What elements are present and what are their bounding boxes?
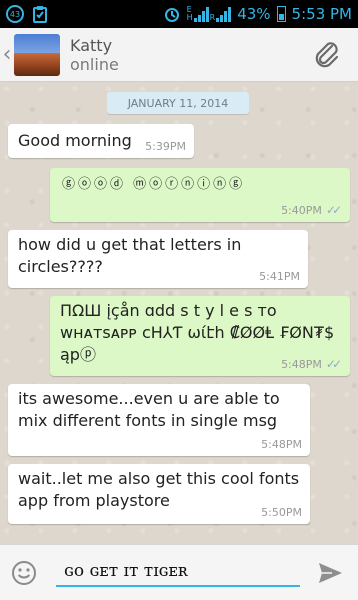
message-time: 5:41PM: [259, 270, 300, 283]
message-input[interactable]: [56, 557, 300, 587]
message-time: 5:48PM: [261, 438, 302, 451]
message-bubble[interactable]: wait..let me also get this cool fonts ap…: [8, 464, 310, 524]
attach-button[interactable]: [308, 36, 346, 74]
avatar[interactable]: [14, 33, 60, 76]
signal-icon-2: [216, 6, 232, 22]
status-bar: 43 E H R 43% 5:53 PM: [0, 0, 358, 28]
message-time: 5:40PM ✓✓: [281, 203, 342, 217]
back-icon[interactable]: ‹: [0, 42, 14, 67]
message-text: its awesome...even u are able to mix dif…: [18, 389, 280, 430]
emoji-icon[interactable]: [10, 559, 38, 587]
send-icon[interactable]: [316, 559, 344, 587]
message-time-text: 5:48PM: [281, 357, 322, 371]
message-bubble[interactable]: Good morning 5:39PM: [8, 124, 194, 158]
message-text: ⓖⓞⓞⓓ ⓜⓞⓡⓝⓘⓝⓖ: [62, 177, 246, 192]
message-time-text: 5:48PM: [261, 438, 302, 451]
message-time-text: 5:39PM: [145, 140, 186, 153]
message-time: 5:50PM: [261, 506, 302, 519]
clock: 5:53 PM: [291, 5, 352, 23]
message-time-text: 5:50PM: [261, 506, 302, 519]
message-text: Good morning: [18, 131, 132, 150]
notification-count: 43: [9, 9, 21, 19]
message-time: 5:39PM: [145, 140, 186, 153]
message-text: how did u get that letters in circles???…: [18, 235, 242, 276]
battery-percent: 43%: [237, 5, 271, 23]
battery-icon: [276, 6, 286, 22]
notification-badge-icon: 43: [6, 5, 24, 23]
message-bubble[interactable]: ⓖⓞⓞⓓ ⓜⓞⓡⓝⓘⓝⓖ 5:40PM ✓✓: [50, 168, 350, 222]
contact-info[interactable]: Katty online: [70, 36, 119, 74]
message-composer: [0, 544, 358, 600]
chat-area[interactable]: JANUARY 11, 2014 Good morning 5:39PM ⓖⓞⓞ…: [0, 82, 358, 544]
double-tick-icon: ✓✓: [325, 203, 342, 217]
clipboard-check-icon: [33, 6, 47, 23]
message-time-text: 5:41PM: [259, 270, 300, 283]
contact-presence: online: [70, 54, 119, 74]
double-tick-icon: ✓✓: [325, 357, 342, 371]
alarm-icon: [164, 8, 179, 22]
network-r-label: R: [209, 13, 216, 22]
message-bubble[interactable]: how did u get that letters in circles???…: [8, 230, 308, 288]
chat-header: ‹ Katty online: [0, 28, 358, 82]
contact-name: Katty: [70, 35, 113, 55]
date-divider: JANUARY 11, 2014: [107, 92, 249, 114]
message-time: 5:48PM ✓✓: [281, 357, 342, 371]
paperclip-icon: [315, 41, 339, 67]
message-bubble[interactable]: its awesome...even u are able to mix dif…: [8, 384, 310, 456]
network-h-label: H: [186, 13, 193, 22]
message-bubble[interactable]: ΠΩШ įçån ɑdd s t y l e s ᴛᴏ ᴡʜᴀᴛsᴀᴘᴘ cH⅄…: [50, 296, 350, 376]
signal-icon: [193, 6, 209, 22]
message-time-text: 5:40PM: [281, 203, 322, 217]
